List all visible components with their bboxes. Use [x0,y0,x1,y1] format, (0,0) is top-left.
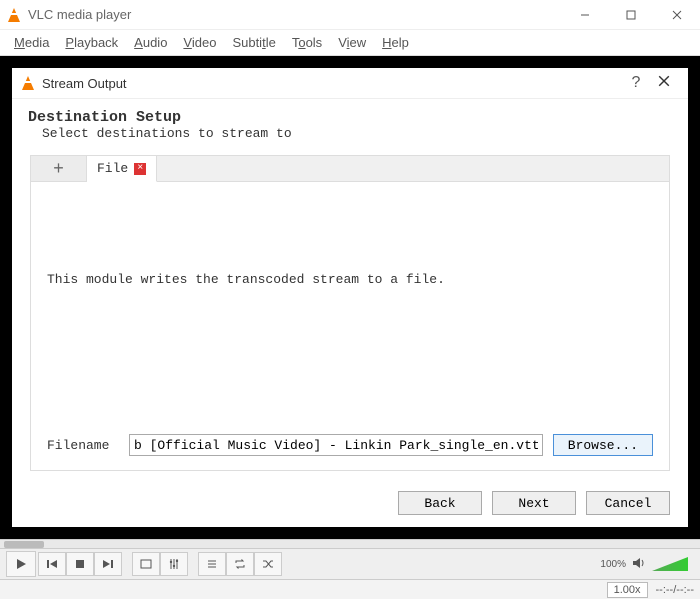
stream-output-dialog: Stream Output ? Destination Setup Select… [12,68,688,527]
menu-view[interactable]: View [332,33,372,52]
next-button[interactable]: Next [492,491,576,515]
fullscreen-button[interactable] [132,552,160,576]
dialog-title: Stream Output [42,76,622,91]
menu-playback[interactable]: Playback [59,33,124,52]
tab-file[interactable]: File × [87,156,157,182]
module-description: This module writes the transcoded stream… [47,272,653,287]
dialog-help-button[interactable]: ? [622,74,650,92]
ext-settings-button[interactable] [160,552,188,576]
next-track-button[interactable] [94,552,122,576]
playlist-button[interactable] [198,552,226,576]
tab-file-label: File [97,161,128,176]
file-tab-content: This module writes the transcoded stream… [31,182,669,470]
main-window-titlebar: VLC media player [0,0,700,30]
dialog-button-row: Back Next Cancel [12,481,688,527]
tab-file-close-icon[interactable]: × [134,163,146,175]
playback-speed[interactable]: 1.00x [607,582,648,598]
volume-percent: 100% [600,559,626,570]
plus-icon: + [53,158,64,179]
maximize-button[interactable] [608,0,654,30]
vlc-cone-icon [8,8,20,22]
volume-slider[interactable] [652,557,688,571]
shuffle-button[interactable] [254,552,282,576]
cancel-button[interactable]: Cancel [586,491,670,515]
playback-controls: 100% [0,549,700,579]
menu-help[interactable]: Help [376,33,415,52]
loop-button[interactable] [226,552,254,576]
menu-tools[interactable]: Tools [286,33,328,52]
dialog-close-button[interactable] [650,74,678,92]
menu-video[interactable]: Video [177,33,222,52]
playback-time: --:--/--:-- [656,584,694,596]
browse-button[interactable]: Browse... [553,434,653,456]
dialog-header-title: Destination Setup [28,109,672,126]
menu-media[interactable]: Media [8,33,55,52]
speaker-icon[interactable] [632,556,646,573]
status-bar: 1.00x --:--/--:-- [0,579,700,599]
play-button[interactable] [6,551,36,577]
dialog-header-subtitle: Select destinations to stream to [42,126,672,141]
prev-button[interactable] [38,552,66,576]
dialog-header: Destination Setup Select destinations to… [12,99,688,147]
menu-bar: Media Playback Audio Video Subtitle Tool… [0,30,700,56]
destination-config-area: + File × This module writes the transcod… [30,155,670,471]
back-button[interactable]: Back [398,491,482,515]
minimize-button[interactable] [562,0,608,30]
filename-field[interactable] [129,434,543,456]
seek-progress [4,541,44,548]
destination-tabs: + File × [31,156,669,182]
menu-subtitle[interactable]: Subtitle [226,33,281,52]
seek-bar[interactable] [0,539,700,549]
stop-button[interactable] [66,552,94,576]
window-title: VLC media player [28,7,562,22]
vlc-cone-icon [22,76,34,90]
menu-audio[interactable]: Audio [128,33,173,52]
add-destination-tab[interactable]: + [31,156,87,181]
video-area: Stream Output ? Destination Setup Select… [0,56,700,539]
filename-label: Filename [47,438,119,453]
dialog-titlebar: Stream Output ? [12,68,688,99]
close-button[interactable] [654,0,700,30]
